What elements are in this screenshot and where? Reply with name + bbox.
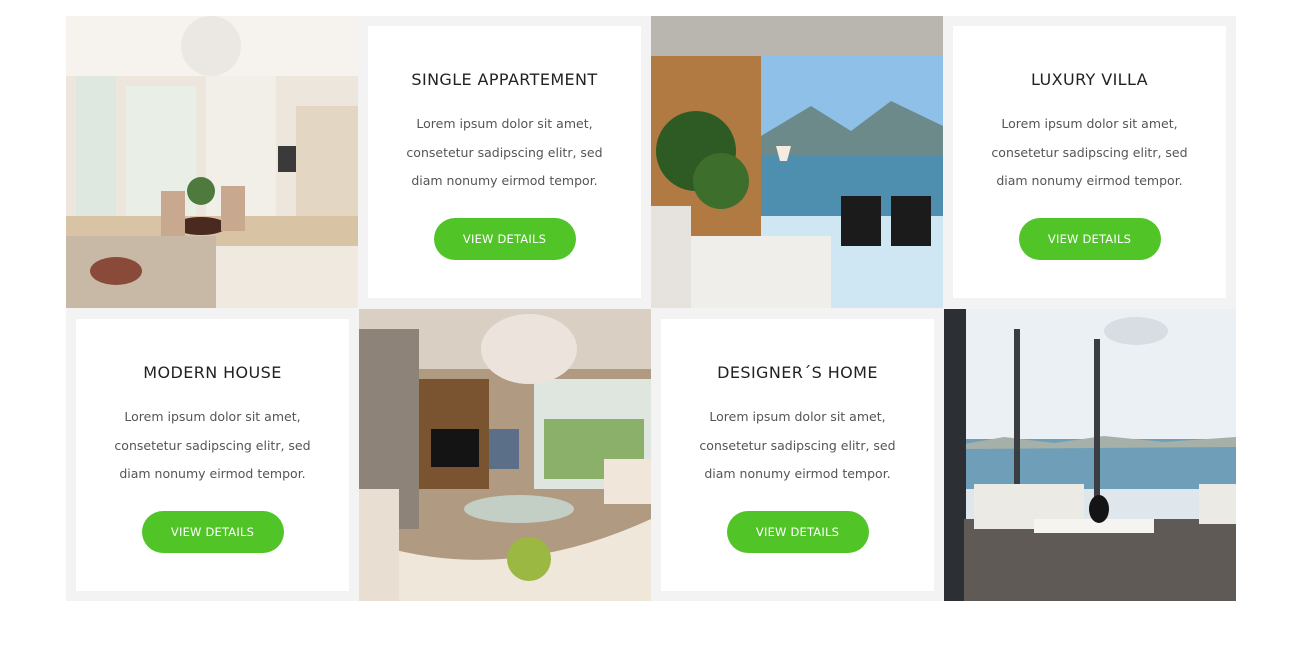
property-title: MODERN HOUSE	[143, 363, 282, 382]
bedroom-photo	[66, 16, 358, 308]
property-description: Lorem ipsum dolor sit amet, consetetur s…	[114, 409, 311, 481]
property-title: LUXURY VILLA	[1030, 70, 1149, 89]
property-description: Lorem ipsum dolor sit amet, consetetur s…	[699, 409, 896, 481]
view-details-button[interactable]: VIEW DETAILS	[433, 217, 576, 260]
property-card: MODERN HOUSE Lorem ipsum dolor sit amet,…	[76, 319, 349, 591]
property-card: SINGLE APPARTEMENT Lorem ipsum dolor sit…	[368, 26, 641, 298]
property-description: Lorem ipsum dolor sit amet, consetetur s…	[991, 116, 1188, 188]
sea-view-lounge-photo	[944, 309, 1236, 601]
living-room-photo	[359, 309, 651, 601]
view-details-button[interactable]: VIEW DETAILS	[141, 510, 284, 553]
property-card: DESIGNER´S HOME Lorem ipsum dolor sit am…	[661, 319, 934, 591]
property-description: Lorem ipsum dolor sit amet, consetetur s…	[406, 116, 603, 188]
property-card: LUXURY VILLA Lorem ipsum dolor sit amet,…	[953, 26, 1226, 298]
property-title: SINGLE APPARTEMENT	[411, 70, 598, 89]
view-details-button[interactable]: VIEW DETAILS	[726, 510, 869, 553]
property-grid: SINGLE APPARTEMENT Lorem ipsum dolor sit…	[66, 16, 1236, 601]
view-details-button[interactable]: VIEW DETAILS	[1018, 217, 1161, 260]
lake-view-living-photo	[651, 16, 943, 308]
property-title: DESIGNER´S HOME	[717, 363, 878, 382]
